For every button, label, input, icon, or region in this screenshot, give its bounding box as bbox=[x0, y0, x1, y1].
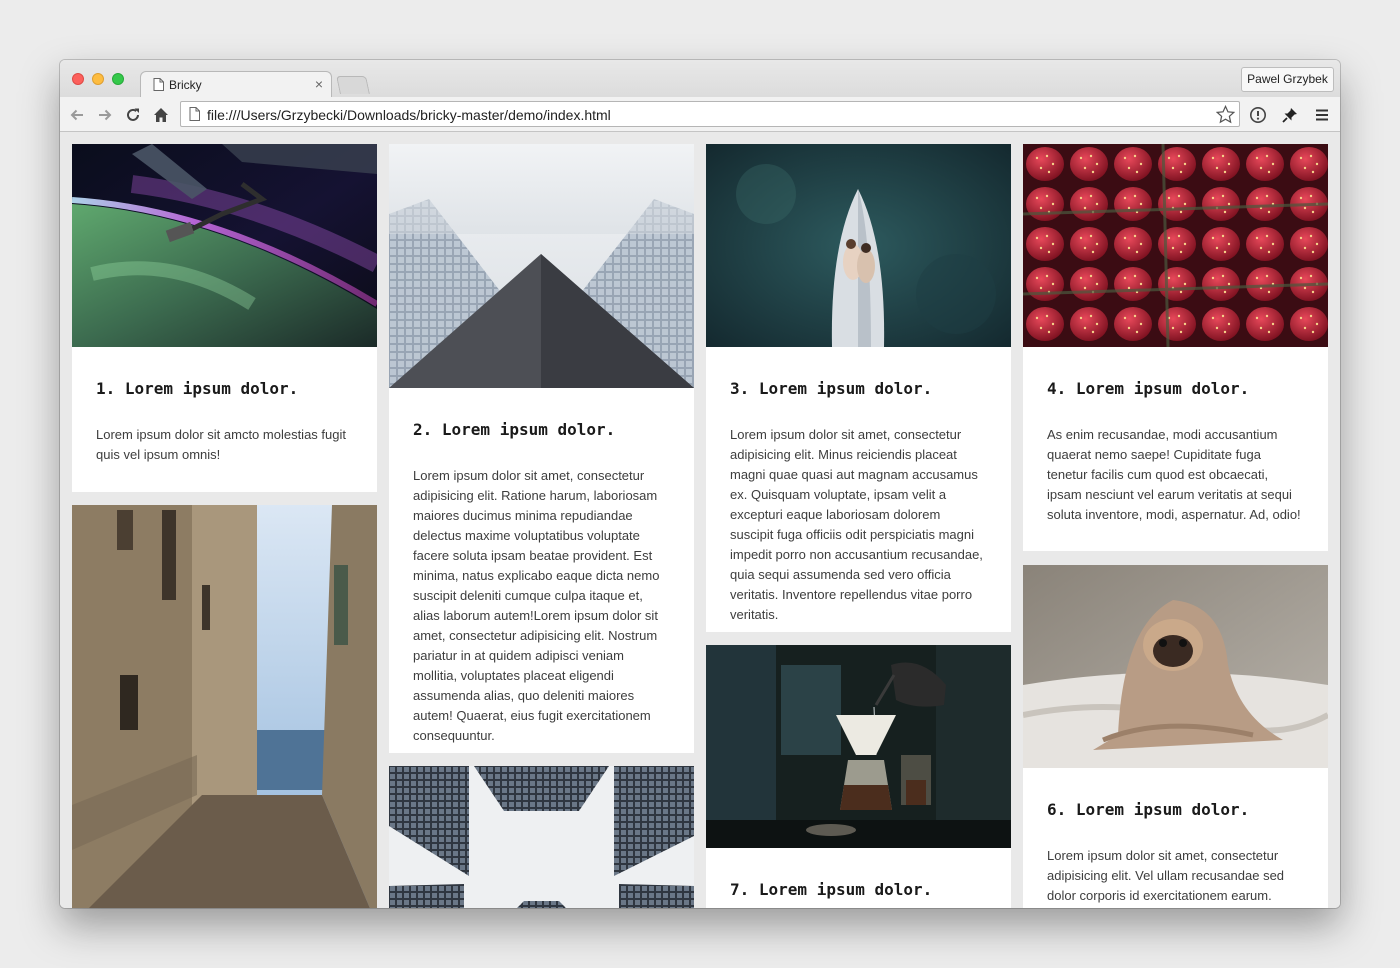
new-tab-button[interactable] bbox=[336, 76, 370, 94]
reload-icon[interactable] bbox=[124, 106, 142, 124]
card-text: Lorem ipsum dolor sit amet, consectetur … bbox=[730, 427, 983, 622]
card-text: Lorem ipsum dolor sit amet, consectetur … bbox=[413, 468, 660, 743]
card-body: 6. Lorem ipsum dolor. Lorem ipsum dolor … bbox=[1023, 768, 1328, 906]
menu-icon[interactable] bbox=[1313, 106, 1331, 124]
card-6-towers bbox=[389, 766, 694, 908]
card-title: 6. Lorem ipsum dolor. bbox=[1047, 800, 1250, 819]
profile-button[interactable]: Pawel Grzybek bbox=[1241, 67, 1334, 92]
info-icon[interactable] bbox=[1249, 106, 1267, 124]
card-image-skyscrapers bbox=[389, 144, 694, 388]
minimize-window-button[interactable] bbox=[92, 73, 104, 85]
card-body: 3. Lorem ipsum dolor. Lorem ipsum dolor … bbox=[706, 347, 1011, 625]
card-title: 2. Lorem ipsum dolor. bbox=[413, 420, 616, 439]
tab-close-icon[interactable]: × bbox=[315, 76, 323, 92]
card-4: 4. Lorem ipsum dolor. As enim recusandae… bbox=[1023, 144, 1328, 551]
card-title: 1. Lorem ipsum dolor. bbox=[96, 379, 299, 398]
forward-icon[interactable] bbox=[96, 106, 114, 124]
card-image-towers bbox=[389, 766, 694, 908]
card-image-coffee bbox=[706, 645, 1011, 848]
card-body: 7. Lorem ipsum dolor. bbox=[706, 848, 1011, 900]
url-text: file:///Users/Grzybecki/Downloads/bricky… bbox=[207, 107, 611, 123]
document-icon bbox=[153, 78, 164, 96]
page-icon bbox=[189, 107, 200, 126]
page-content: 1. Lorem ipsum dolor. Lorem ipsum dolor … bbox=[60, 132, 1340, 908]
browser-toolbar: file:///Users/Grzybecki/Downloads/bricky… bbox=[60, 97, 1340, 132]
card-image-boat bbox=[706, 144, 1011, 347]
card-1: 1. Lorem ipsum dolor. Lorem ipsum dolor … bbox=[72, 144, 377, 492]
card-body: 2. Lorem ipsum dolor. Lorem ipsum dolor … bbox=[389, 388, 694, 746]
card-text: Lorem ipsum dolor sit amcto molestias fu… bbox=[96, 427, 346, 462]
maximize-window-button[interactable] bbox=[112, 73, 124, 85]
star-icon[interactable] bbox=[1215, 104, 1236, 129]
card-title: 7. Lorem ipsum dolor. bbox=[730, 880, 933, 899]
address-bar[interactable]: file:///Users/Grzybecki/Downloads/bricky… bbox=[180, 101, 1240, 127]
card-title: 3. Lorem ipsum dolor. bbox=[730, 379, 933, 398]
card-3: 3. Lorem ipsum dolor. Lorem ipsum dolor … bbox=[706, 144, 1011, 632]
card-6: 6. Lorem ipsum dolor. Lorem ipsum dolor … bbox=[1023, 565, 1328, 908]
card-image-pug bbox=[1023, 565, 1328, 768]
card-5 bbox=[72, 505, 377, 908]
card-image-aurora bbox=[72, 144, 377, 347]
tab-bricky[interactable]: Bricky × bbox=[140, 71, 332, 98]
browser-window: Bricky × Pawel Grzybek file:///Users/Grz… bbox=[60, 60, 1340, 908]
card-image-street bbox=[72, 505, 377, 908]
card-body: 1. Lorem ipsum dolor. Lorem ipsum dolor … bbox=[72, 347, 377, 465]
card-7: 7. Lorem ipsum dolor. bbox=[706, 645, 1011, 908]
pin-icon[interactable] bbox=[1281, 106, 1299, 124]
card-2: 2. Lorem ipsum dolor. Lorem ipsum dolor … bbox=[389, 144, 694, 753]
card-title: 4. Lorem ipsum dolor. bbox=[1047, 379, 1250, 398]
card-text: Lorem ipsum dolor sit amet, consectetur … bbox=[1047, 848, 1285, 903]
tab-title: Bricky bbox=[169, 78, 202, 92]
back-icon[interactable] bbox=[68, 106, 86, 124]
close-window-button[interactable] bbox=[72, 73, 84, 85]
card-image-strawberries bbox=[1023, 144, 1328, 347]
card-body: 4. Lorem ipsum dolor. As enim recusandae… bbox=[1023, 347, 1328, 525]
title-bar: Bricky × Pawel Grzybek bbox=[60, 60, 1340, 98]
card-text: As enim recusandae, modi accusantium qua… bbox=[1047, 427, 1301, 522]
home-icon[interactable] bbox=[152, 106, 170, 124]
